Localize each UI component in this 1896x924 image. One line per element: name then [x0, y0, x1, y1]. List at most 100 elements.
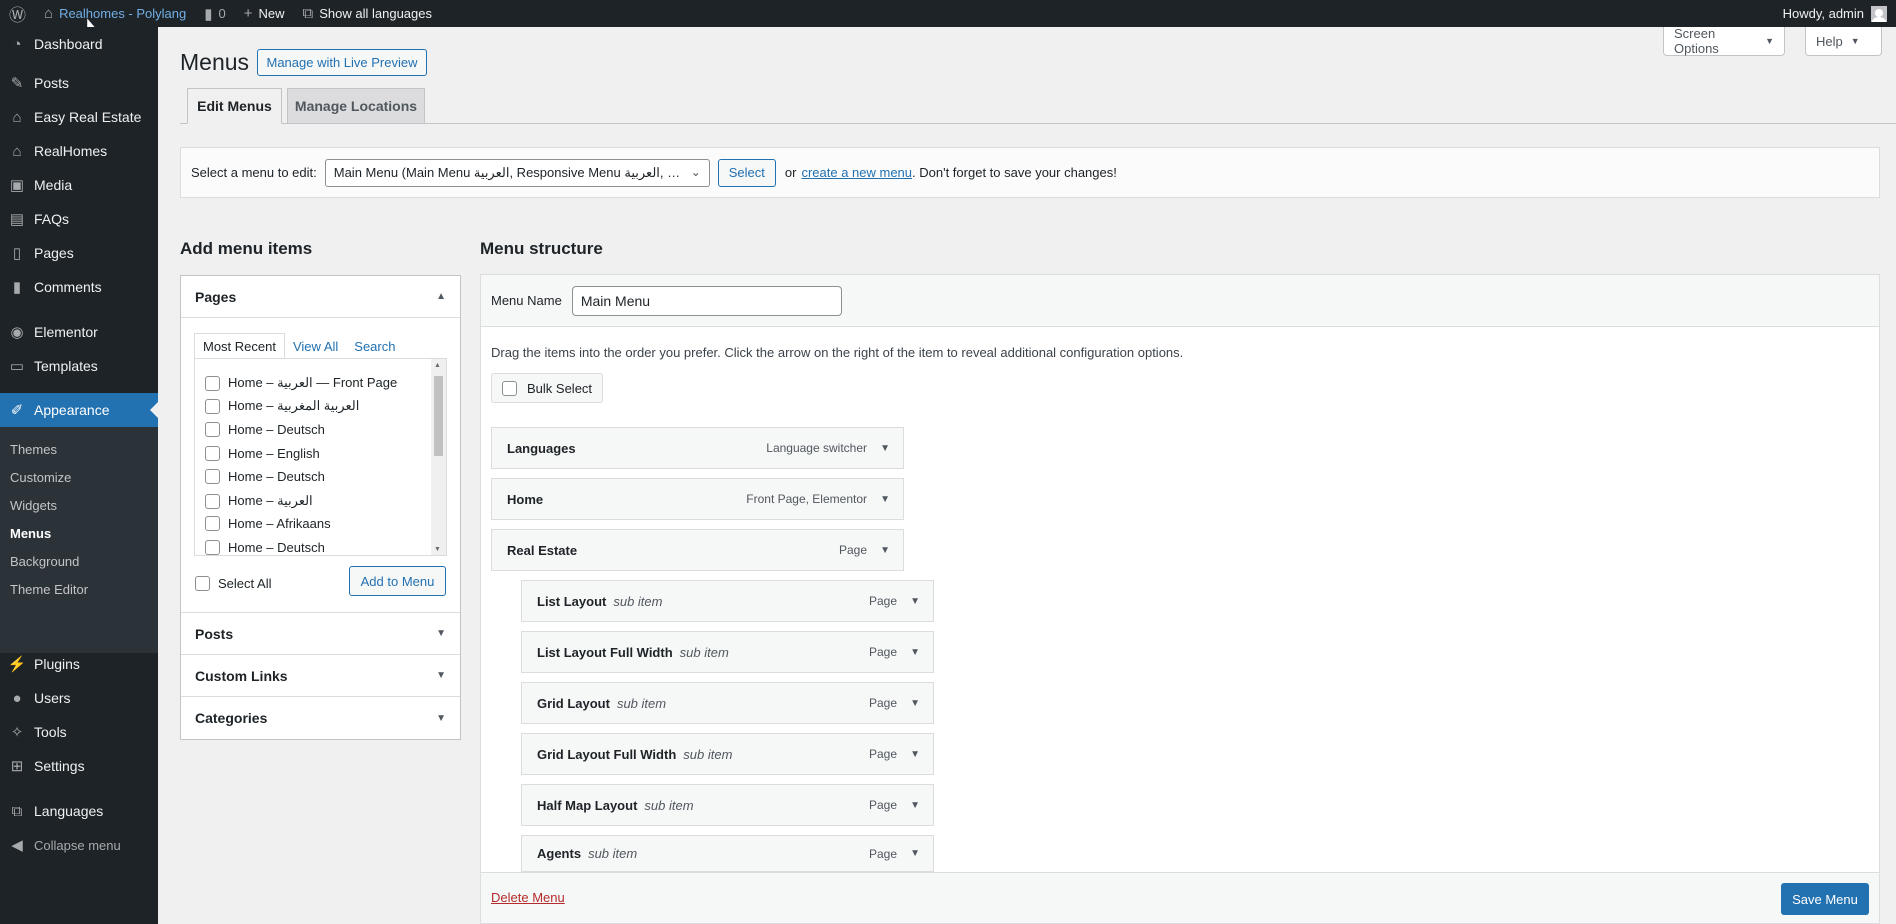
sidebar-item-settings[interactable]: ⊞ Settings	[0, 749, 158, 783]
menu-item-half-map-layout[interactable]: Half Map Layout sub item Page ▼	[521, 784, 934, 826]
menu-select-dropdown[interactable]: Main Menu (Main Menu العربية, Responsive…	[324, 158, 710, 187]
select-all-checkbox[interactable]: Select All	[195, 576, 271, 591]
caret-down-icon: ▼	[436, 670, 446, 681]
scroll-thumb[interactable]	[434, 376, 443, 456]
tab-edit-menus[interactable]: Edit Menus	[187, 88, 282, 124]
sidebar-item-posts[interactable]: ✎ Posts	[0, 66, 158, 100]
sidebar-item-templates[interactable]: ▭ Templates	[0, 349, 158, 383]
sidebar-item-dashboard[interactable]: ◔ Dashboard	[0, 27, 158, 61]
sidebar-item-plugins[interactable]: ⚡ Plugins	[0, 647, 158, 681]
menu-item-list-layout-full-width[interactable]: List Layout Full Width sub item Page ▼	[521, 631, 934, 673]
comment-icon: ▮	[204, 5, 213, 23]
tab-search[interactable]: Search	[346, 333, 403, 359]
tab-manage-locations[interactable]: Manage Locations	[287, 88, 425, 124]
menu-item-real-estate[interactable]: Real Estate Page ▼	[491, 529, 904, 571]
checkbox[interactable]	[205, 493, 220, 509]
collapse-menu-button[interactable]: ◀ Collapse menu	[0, 828, 158, 862]
submenu-theme-editor[interactable]: Theme Editor	[10, 582, 88, 597]
list-item[interactable]: Home – Deutsch	[205, 540, 325, 555]
chevron-down-icon: ⌄	[690, 164, 701, 179]
menu-item-languages[interactable]: Languages Language switcher ▼	[491, 427, 904, 469]
building-icon: ⌂	[12, 108, 22, 126]
caret-down-icon[interactable]: ▼	[910, 749, 920, 760]
new-content-link[interactable]: + New	[235, 0, 294, 27]
tab-view-all[interactable]: View All	[285, 333, 346, 359]
live-preview-button[interactable]: Manage with Live Preview	[257, 49, 427, 76]
sidebar-item-easy-real-estate[interactable]: ⌂ Easy Real Estate	[0, 100, 158, 134]
sidebar-item-comments[interactable]: ▮ Comments	[0, 270, 158, 304]
checkbox[interactable]	[195, 576, 210, 591]
list-item[interactable]: Home – Deutsch	[205, 422, 325, 437]
menu-item-type: Page	[838, 543, 867, 557]
menu-item-grid-layout-full-width[interactable]: Grid Layout Full Width sub item Page ▼	[521, 733, 934, 775]
submenu-customize[interactable]: Customize	[10, 470, 71, 485]
list-item[interactable]: Home – العربية — Front Page	[205, 375, 397, 391]
select-menu-button[interactable]: Select	[717, 158, 776, 187]
submenu-themes[interactable]: Themes	[10, 442, 57, 457]
caret-down-icon[interactable]: ▼	[910, 800, 920, 811]
scroll-down-icon[interactable]: ▼	[434, 546, 441, 553]
delete-menu-link[interactable]: Delete Menu	[491, 890, 565, 905]
sidebar-item-label: FAQs	[34, 211, 70, 227]
caret-down-icon[interactable]: ▼	[910, 596, 920, 607]
caret-down-icon[interactable]: ▼	[880, 494, 890, 505]
list-item[interactable]: Home – Afrikaans	[205, 516, 331, 531]
menu-item-title: Languages	[507, 440, 576, 456]
menu-item-list-layout[interactable]: List Layout sub item Page ▼	[521, 580, 934, 622]
tab-most-recent[interactable]: Most Recent	[194, 333, 285, 359]
list-scrollbar[interactable]: ▲ ▼	[431, 359, 446, 555]
checkbox[interactable]	[205, 446, 220, 461]
sidebar-item-media[interactable]: ▣ Media	[0, 168, 158, 202]
posts-section-header[interactable]: Posts ▼	[181, 613, 460, 655]
checkbox[interactable]	[205, 375, 220, 391]
sidebar-item-pages[interactable]: ▯ Pages	[0, 236, 158, 270]
menu-item-home[interactable]: Home Front Page, Elementor ▼	[491, 478, 904, 520]
checkbox[interactable]	[502, 380, 517, 396]
sidebar-item-tools[interactable]: ✧ Tools	[0, 715, 158, 749]
caret-down-icon[interactable]: ▼	[910, 647, 920, 658]
comments-link[interactable]: ▮ 0	[195, 0, 235, 27]
sidebar-item-label: Settings	[34, 758, 85, 774]
save-menu-button[interactable]: Save Menu	[1781, 883, 1869, 915]
caret-down-icon[interactable]: ▼	[880, 545, 890, 556]
sidebar-item-faqs[interactable]: ▤ FAQs	[0, 202, 158, 236]
list-item[interactable]: Home – العربية المغربية	[205, 398, 359, 414]
custom-links-section-header[interactable]: Custom Links ▼	[181, 655, 460, 697]
checkbox[interactable]	[205, 398, 220, 414]
submenu-menus[interactable]: Menus	[10, 526, 51, 541]
help-button[interactable]: Help ▼	[1805, 27, 1882, 56]
checkbox[interactable]	[205, 516, 220, 531]
submenu-widgets[interactable]: Widgets	[10, 498, 57, 513]
sidebar-item-appearance[interactable]: ✐ Appearance	[0, 393, 158, 427]
sidebar-item-users[interactable]: ● Users	[0, 681, 158, 715]
caret-down-icon[interactable]: ▼	[910, 848, 920, 859]
sidebar-item-label: Languages	[34, 803, 104, 819]
checkbox[interactable]	[205, 422, 220, 437]
wordpress-logo[interactable]: Ⓦ	[0, 0, 35, 27]
create-new-menu-link[interactable]: create a new menu	[801, 165, 912, 180]
screen-options-button[interactable]: Screen Options ▼	[1663, 26, 1785, 56]
pages-section-header[interactable]: Pages ▲	[181, 276, 460, 318]
sidebar-item-realhomes[interactable]: ⌂ RealHomes	[0, 134, 158, 168]
bulk-select-toggle[interactable]: Bulk Select	[491, 373, 604, 403]
menu-item-title: Real Estate	[507, 542, 578, 558]
list-item[interactable]: Home – العربية	[205, 493, 313, 509]
sidebar-item-elementor[interactable]: ◉ Elementor	[0, 315, 158, 349]
list-item[interactable]: Home – English	[205, 446, 320, 461]
caret-down-icon[interactable]: ▼	[910, 698, 920, 709]
site-name-link[interactable]: ⌂ Realhomes - Polylang	[35, 0, 195, 27]
caret-down-icon[interactable]: ▼	[880, 443, 890, 454]
add-to-menu-button[interactable]: Add to Menu	[349, 566, 446, 596]
menu-name-input[interactable]: Main Menu	[571, 285, 842, 316]
checkbox[interactable]	[205, 469, 220, 484]
menu-item-agents[interactable]: Agents sub item Page ▼	[521, 835, 934, 872]
categories-section-header[interactable]: Categories ▼	[181, 697, 460, 739]
list-item[interactable]: Home – Deutsch	[205, 469, 325, 484]
checkbox[interactable]	[205, 540, 220, 555]
submenu-background[interactable]: Background	[10, 554, 79, 569]
my-account[interactable]: Howdy, admin	[1774, 0, 1896, 27]
show-all-languages-link[interactable]: ⧉ Show all languages	[294, 0, 441, 27]
scroll-up-icon[interactable]: ▲	[434, 362, 441, 369]
sidebar-item-languages[interactable]: ⧉ Languages	[0, 794, 158, 828]
menu-item-grid-layout[interactable]: Grid Layout sub item Page ▼	[521, 682, 934, 724]
